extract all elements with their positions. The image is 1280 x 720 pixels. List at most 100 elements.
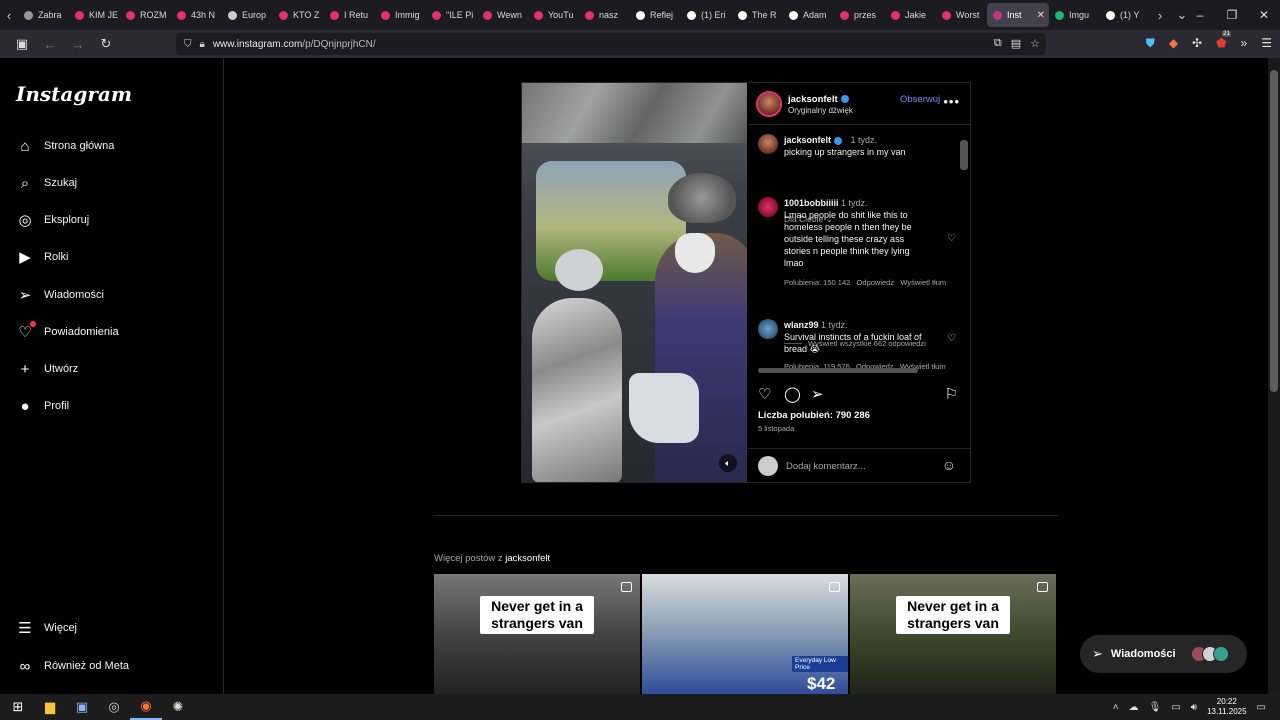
comments-hscrollbar[interactable] — [758, 366, 958, 374]
notifications-icon[interactable]: ▭ — [1257, 702, 1266, 713]
browser-tab[interactable]: Reflej — [630, 3, 681, 27]
browser-tab[interactable]: nasz — [579, 3, 630, 27]
comment-likes[interactable]: Polubienia: 150 142 — [784, 278, 850, 287]
author-username[interactable]: jacksonfelt — [788, 94, 849, 105]
browser-tab[interactable]: KTO Z — [273, 3, 324, 27]
minimize-icon[interactable]: – — [1184, 0, 1216, 30]
reader-view-icon[interactable]: ▤ — [1011, 37, 1021, 50]
vpn-shield-icon[interactable]: ⛊ — [1146, 36, 1155, 51]
browser-tab[interactable]: Imgu — [1049, 3, 1100, 27]
extensions-puzzle-icon[interactable]: ✣ — [1192, 36, 1202, 51]
caption-username[interactable]: jacksonfelt — [784, 135, 831, 145]
browser-tab[interactable]: Worst — [936, 3, 987, 27]
browser-tab[interactable]: YouTu — [528, 3, 579, 27]
scroll-thumb[interactable] — [758, 368, 918, 373]
close-tab-icon[interactable]: ✕ — [1037, 10, 1045, 21]
instagram-logo[interactable]: Instagram — [16, 82, 132, 106]
browser-tab[interactable]: "ILE Pi — [426, 3, 477, 27]
scroll-thumb[interactable] — [960, 140, 968, 170]
mute-icon[interactable]: 🔈︎ — [719, 454, 737, 472]
audio-label[interactable]: Oryginalny dźwięk — [788, 106, 853, 115]
overflow-chevrons-icon[interactable]: » — [1241, 36, 1248, 51]
like-comment-icon[interactable]: ♡ — [947, 233, 956, 245]
cloud-icon[interactable]: ☁ — [1129, 702, 1139, 713]
browser-tab[interactable]: Adam — [783, 3, 834, 27]
reload-icon[interactable]: ↻ — [94, 36, 118, 52]
browser-tab[interactable]: Jakie — [885, 3, 936, 27]
address-bar[interactable]: ⛉ 🔒︎ www.instagram.com/p/DQnjnprjhCN/ ⧉ … — [176, 33, 1046, 55]
comment-username[interactable]: 1001bobbiiiii — [784, 198, 839, 208]
tracking-shield-icon[interactable]: ⛉ — [184, 39, 192, 50]
page-scrollbar[interactable] — [1268, 58, 1280, 694]
scroll-thumb[interactable] — [1270, 70, 1278, 392]
ublock-icon[interactable]: ⬟ 21 — [1216, 31, 1231, 51]
avatar[interactable] — [758, 319, 778, 339]
sidebar-item-menu[interactable]: ☰ Więcej — [16, 616, 77, 640]
sidebar-item-plus[interactable]: + Utwórz — [16, 357, 79, 381]
browser-tab[interactable]: The R — [732, 3, 783, 27]
save-icon[interactable]: ⚐ — [945, 385, 958, 403]
more-options-icon[interactable]: ••• — [943, 94, 960, 109]
sidebar-toggle-icon[interactable]: ▣ — [10, 36, 34, 52]
browser-tab[interactable]: I Retu — [324, 3, 375, 27]
browser-tab[interactable]: ROZM — [120, 3, 171, 27]
forward-icon[interactable]: → — [66, 37, 90, 52]
messages-pill[interactable]: ➢ Wiadomości — [1080, 635, 1247, 673]
microphone-icon[interactable]: 🎙︎ — [1149, 702, 1162, 713]
avatar[interactable] — [758, 197, 778, 217]
browser-tab[interactable]: 43h N — [171, 3, 222, 27]
lock-icon[interactable]: 🔒︎ — [200, 39, 205, 50]
like-comment-icon[interactable]: ♡ — [947, 333, 956, 345]
fox-extension-icon[interactable]: ◆ — [1169, 36, 1178, 51]
more-posts-username[interactable]: jacksonfelt — [505, 553, 550, 564]
computer-icon[interactable]: ▣ — [66, 694, 98, 720]
firefox-icon[interactable]: ◉ — [130, 694, 162, 720]
share-icon[interactable]: ➢ — [811, 385, 824, 403]
browser-tab[interactable]: Immig — [375, 3, 426, 27]
browser-tab[interactable]: Zabra — [18, 3, 69, 27]
comment-username[interactable]: wlanz99 — [784, 320, 819, 330]
translate-button[interactable]: Wyświetl tłum — [900, 278, 946, 287]
browser-tab[interactable]: KIM JE — [69, 3, 120, 27]
browser-tab[interactable]: (1) Y — [1100, 3, 1151, 27]
tabs-scroll-left-icon[interactable]: ‹ — [0, 0, 18, 30]
sidebar-item-send[interactable]: ➢ Wiadomości — [16, 283, 104, 307]
sidebar-item-heart[interactable]: ♡ Powiadomienia — [16, 320, 119, 344]
close-window-icon[interactable]: ✕ — [1248, 0, 1280, 30]
comments-scrollbar[interactable] — [958, 128, 968, 368]
tray-overflow-icon[interactable]: ˄ — [1113, 702, 1119, 713]
comment-input[interactable] — [786, 458, 926, 474]
post-video[interactable]: 🔈︎ — [522, 83, 747, 482]
likes-count[interactable]: Liczba polubień: 790 286 — [758, 410, 870, 421]
tabs-scroll-right-icon[interactable]: › — [1151, 0, 1169, 30]
app-menu-icon[interactable]: ☰ — [1261, 36, 1272, 51]
reply-button[interactable]: Odpowiedz — [857, 278, 895, 287]
app-icon[interactable]: ✺ — [162, 694, 194, 720]
volume-icon[interactable]: 🔊︎ — [1191, 702, 1197, 713]
sidebar-item-reels[interactable]: ▶ Rolki — [16, 245, 68, 269]
restore-icon[interactable]: ❐ — [1216, 0, 1248, 30]
browser-tab[interactable]: przes — [834, 3, 885, 27]
steam-icon[interactable]: ◎ — [98, 694, 130, 720]
bookmark-star-icon[interactable]: ☆ — [1030, 37, 1040, 50]
sidebar-item-meta[interactable]: ∞ Również od Meta — [16, 654, 129, 678]
network-icon[interactable]: ▭ — [1171, 702, 1180, 713]
sidebar-item-search[interactable]: ⌕ Szukaj — [16, 171, 77, 195]
like-icon[interactable]: ♡ — [758, 385, 771, 403]
browser-tab[interactable]: Wewn — [477, 3, 528, 27]
follow-button[interactable]: Obserwuj — [900, 94, 940, 105]
clock[interactable]: 20:22 13.11.2025 — [1207, 697, 1246, 717]
comments-panel[interactable]: jacksonfelt 1 tydz. picking up strangers… — [748, 126, 970, 374]
back-icon[interactable]: ← — [38, 37, 62, 52]
sidebar-item-home[interactable]: ⌂ Strona główna — [16, 134, 114, 158]
browser-tab[interactable]: Inst ✕ — [987, 3, 1049, 27]
file-explorer-icon[interactable]: ▆ — [34, 694, 66, 720]
post-thumbnail[interactable]: Everyday Low Price $42 — [642, 574, 848, 694]
browser-tab[interactable]: (1) Eri — [681, 3, 732, 27]
browser-tab[interactable]: Europ — [222, 3, 273, 27]
emoji-icon[interactable]: ☺ — [942, 457, 956, 473]
windows-start-icon[interactable]: ⊞ — [2, 694, 34, 720]
sidebar-item-compass[interactable]: ◎ Eksploruj — [16, 208, 89, 232]
comment-icon[interactable]: ◯ — [784, 385, 801, 403]
url-text[interactable]: www.instagram.com/p/DQnjnprjhCN/ — [213, 39, 376, 50]
